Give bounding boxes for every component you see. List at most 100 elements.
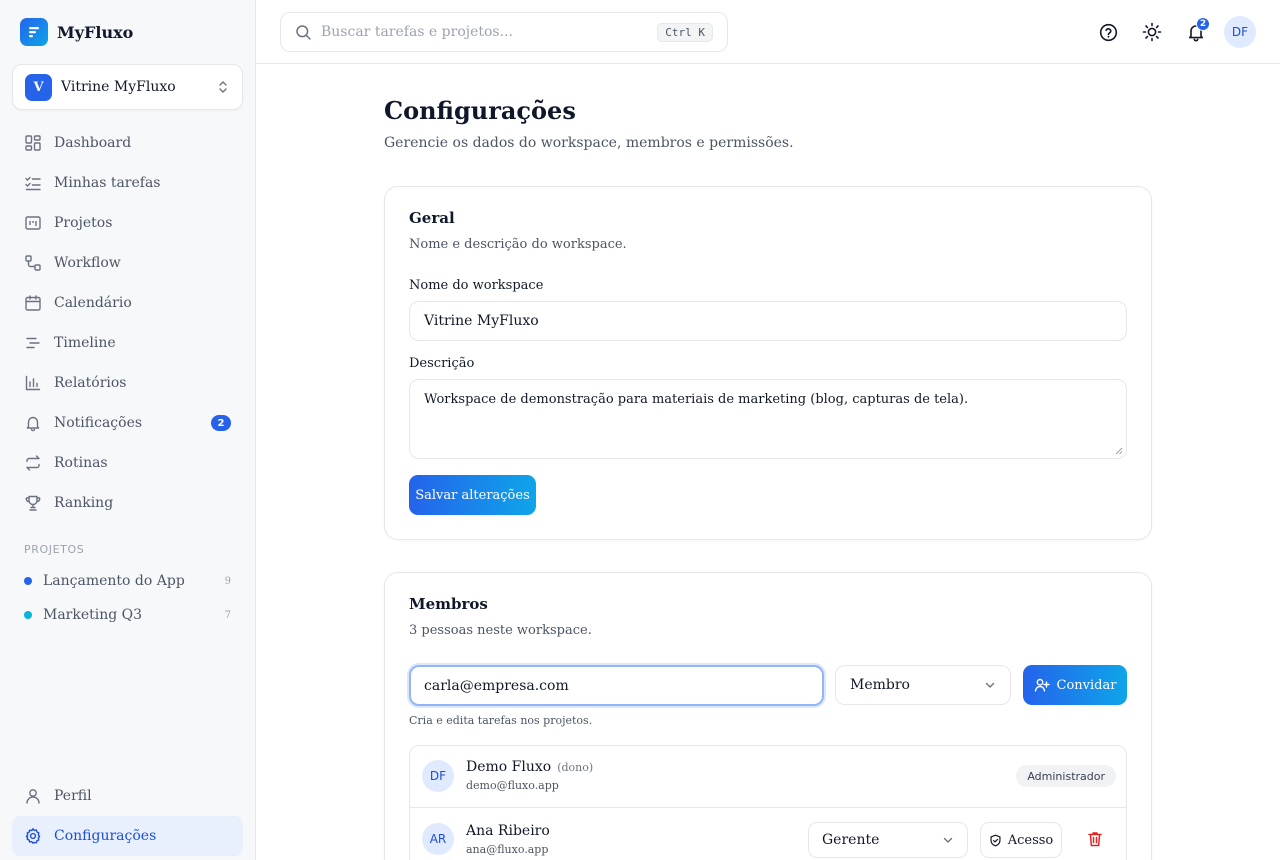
- projects-section-label: PROJETOS: [24, 543, 85, 556]
- project-count: 7: [224, 609, 231, 621]
- member-name: Ana Ribeiro: [466, 823, 550, 839]
- invite-button-label: Convidar: [1056, 677, 1117, 693]
- nav-item-label: Configurações: [54, 828, 157, 844]
- nav-item-profile[interactable]: Perfil: [12, 776, 243, 816]
- trophy-icon: [25, 495, 41, 511]
- nav-item-timeline[interactable]: Timeline: [12, 323, 243, 363]
- member-role-value: Gerente: [822, 832, 880, 848]
- owner-tag: (dono): [557, 761, 594, 774]
- reports-icon: [25, 375, 41, 391]
- access-button-label: Acesso: [1007, 832, 1054, 848]
- nav-item-label: Rotinas: [54, 455, 108, 471]
- gear-icon: [25, 828, 41, 844]
- nav-item-label: Calendário: [54, 295, 132, 311]
- nav-item-notifications[interactable]: Notificações 2: [12, 403, 243, 443]
- description-label: Descrição: [409, 356, 475, 371]
- member-role-select[interactable]: Gerente: [808, 822, 968, 858]
- brand-logo-icon: [20, 18, 48, 46]
- workspace-name: Vitrine MyFluxo: [61, 79, 176, 95]
- nav-item-label: Ranking: [54, 495, 114, 511]
- general-settings-card: Geral Nome e descrição do workspace. Nom…: [384, 186, 1152, 540]
- role-hint: Cria e edita tarefas nos projetos.: [409, 714, 593, 727]
- nav-item-calendar[interactable]: Calendário: [12, 283, 243, 323]
- nav-item-label: Relatórios: [54, 375, 127, 391]
- timeline-icon: [26, 337, 40, 349]
- nav-item-my-tasks[interactable]: Minhas tarefas: [12, 163, 243, 203]
- main-nav: Dashboard Minhas tarefas Projetos Workfl…: [12, 123, 243, 523]
- member-row: AR Ana Ribeiro ana@fluxo.app Gerente Ace…: [410, 807, 1126, 860]
- brand[interactable]: MyFluxo: [20, 18, 133, 46]
- notifications-count-badge: 2: [1196, 17, 1210, 31]
- access-button[interactable]: Acesso: [980, 822, 1062, 858]
- workflow-icon: [25, 255, 41, 271]
- member-name-line: Demo Fluxo (dono): [466, 759, 593, 775]
- card-subtitle: 3 pessoas neste workspace.: [409, 623, 592, 638]
- search-placeholder: Buscar tarefas e projetos...: [321, 24, 513, 40]
- projects-list: Lançamento do App 9 Marketing Q3 7: [12, 564, 243, 632]
- project-color-dot: [24, 611, 32, 619]
- trash-icon[interactable]: [1086, 830, 1104, 848]
- shield-icon: [990, 834, 1001, 846]
- chevron-down-icon: [985, 682, 995, 688]
- nav-item-workflow[interactable]: Workflow: [12, 243, 243, 283]
- member-email: demo@fluxo.app: [466, 779, 559, 792]
- project-name: Marketing Q3: [43, 607, 143, 623]
- user-plus-icon: [1034, 678, 1050, 692]
- nav-item-label: Dashboard: [54, 135, 132, 151]
- search-shortcut: Ctrl K: [657, 22, 713, 42]
- description-textarea[interactable]: Workspace de demonstração para materiais…: [409, 379, 1127, 459]
- task-list-icon: [25, 176, 41, 191]
- brand-name: MyFluxo: [57, 22, 134, 42]
- dashboard-icon: [25, 135, 41, 151]
- chevron-down-icon: [943, 837, 953, 843]
- notifications-badge: 2: [211, 415, 231, 431]
- projects-icon: [25, 216, 41, 230]
- user-icon: [26, 789, 40, 804]
- save-changes-button[interactable]: Salvar alterações: [409, 475, 536, 515]
- project-count: 9: [224, 575, 231, 587]
- nav-item-label: Timeline: [54, 335, 116, 351]
- nav-item-label: Minhas tarefas: [54, 175, 161, 191]
- theme-toggle-button[interactable]: [1136, 16, 1168, 48]
- nav-item-label: Projetos: [54, 215, 113, 231]
- user-avatar[interactable]: DF: [1224, 16, 1256, 48]
- card-subtitle: Nome e descrição do workspace.: [409, 237, 627, 252]
- project-item-marketing[interactable]: Marketing Q3 7: [12, 598, 243, 632]
- nav-item-projects[interactable]: Projetos: [12, 203, 243, 243]
- nav-item-settings[interactable]: Configurações: [12, 816, 243, 856]
- card-title: Membros: [409, 595, 488, 613]
- help-button[interactable]: [1092, 16, 1124, 48]
- project-color-dot: [24, 577, 32, 585]
- invite-email-input[interactable]: carla@empresa.com: [409, 665, 824, 706]
- member-name: Demo Fluxo: [466, 759, 552, 775]
- search-icon: [296, 24, 311, 40]
- member-avatar: AR: [422, 823, 454, 855]
- project-name: Lançamento do App: [43, 573, 185, 589]
- nav-item-routines[interactable]: Rotinas: [12, 443, 243, 483]
- card-title: Geral: [409, 209, 455, 227]
- nav-item-ranking[interactable]: Ranking: [12, 483, 243, 523]
- calendar-icon: [25, 295, 41, 311]
- invite-role-value: Membro: [850, 677, 910, 693]
- resize-handle-icon[interactable]: [1115, 447, 1123, 455]
- member-list: DF Demo Fluxo (dono) demo@fluxo.app Admin…: [409, 745, 1127, 860]
- chevron-up-down-icon: [219, 81, 227, 93]
- bottom-nav: Perfil Configurações: [12, 776, 243, 856]
- sun-icon: [1142, 22, 1162, 42]
- nav-item-dashboard[interactable]: Dashboard: [12, 123, 243, 163]
- invite-button[interactable]: Convidar: [1023, 665, 1127, 705]
- nav-item-reports[interactable]: Relatórios: [12, 363, 243, 403]
- repeat-icon: [26, 455, 40, 471]
- notifications-button[interactable]: 2: [1180, 16, 1212, 48]
- help-icon: [1099, 23, 1117, 41]
- project-item-launch[interactable]: Lançamento do App 9: [12, 564, 243, 598]
- invite-role-select[interactable]: Membro: [835, 665, 1011, 705]
- workspace-switcher[interactable]: V Vitrine MyFluxo: [12, 64, 243, 110]
- search-bar[interactable]: Buscar tarefas e projetos... Ctrl K: [280, 12, 728, 52]
- topbar-actions: 2 DF: [1092, 16, 1256, 48]
- workspace-name-input[interactable]: Vitrine MyFluxo: [409, 301, 1127, 341]
- member-email: ana@fluxo.app: [466, 843, 549, 856]
- workspace-avatar: V: [25, 73, 52, 101]
- bell-icon: [26, 416, 40, 432]
- nav-item-label: Workflow: [54, 255, 121, 271]
